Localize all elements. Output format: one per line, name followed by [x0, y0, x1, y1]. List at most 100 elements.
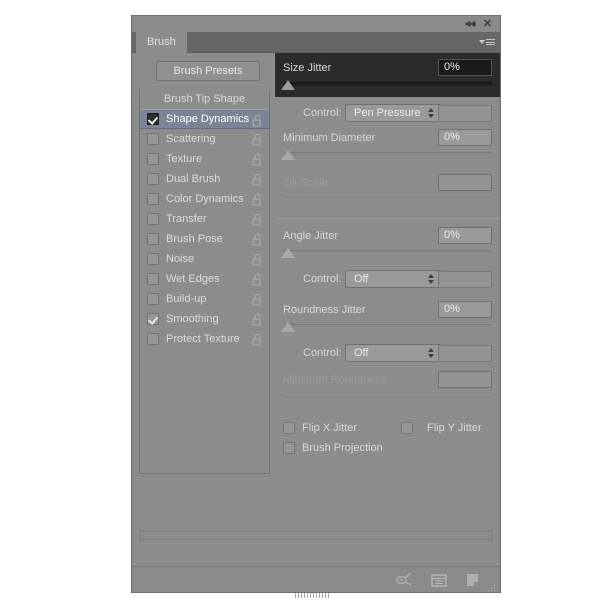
angle-control-value: Off [354, 273, 368, 285]
brush-option-label: Transfer [166, 213, 207, 225]
roundness-jitter-row: Roundness Jitter 0% [275, 299, 500, 321]
roundness-jitter-value[interactable]: 0% [438, 301, 492, 318]
checkbox[interactable] [147, 153, 159, 165]
roundness-control-label: Control: [303, 347, 342, 359]
brush-option-dual-brush[interactable]: Dual Brush [140, 169, 269, 189]
lock-icon[interactable] [252, 293, 263, 306]
minimum-diameter-track [283, 152, 492, 156]
brush-option-build-up[interactable]: Build-up [140, 289, 269, 309]
minimum-roundness-slider [283, 394, 492, 408]
size-jitter-row: Size Jitter 0% [275, 57, 500, 79]
lock-icon[interactable] [252, 114, 263, 127]
brush-option-label: Color Dynamics [166, 193, 244, 205]
panel-drag-grip[interactable] [295, 585, 337, 590]
collapse-arrows-icon[interactable]: ◀◀ [463, 18, 476, 30]
angle-jitter-track [283, 250, 492, 254]
brush-option-label: Dual Brush [166, 173, 220, 185]
panel-body: Brush Presets Brush Tip Shape Shape Dyna… [132, 53, 500, 566]
panel-menu-icon[interactable] [479, 36, 495, 48]
brush-option-label: Scattering [166, 133, 216, 145]
brush-option-brush-pose[interactable]: Brush Pose [140, 229, 269, 249]
checkbox[interactable] [147, 333, 159, 345]
brush-presets-button[interactable]: Brush Presets [156, 61, 260, 81]
brush-option-protect-texture[interactable]: Protect Texture [140, 329, 269, 349]
angle-control-row: Control: Off [275, 267, 500, 291]
size-control-row: Control: Pen Pressure [275, 101, 500, 125]
angle-jitter-slider[interactable] [283, 247, 492, 261]
roundness-jitter-slider[interactable] [283, 321, 492, 335]
checkbox[interactable] [147, 133, 159, 145]
brush-option-wet-edges[interactable]: Wet Edges [140, 269, 269, 289]
brush-projection-checkbox[interactable] [283, 442, 295, 454]
angle-control-dropdown[interactable]: Off [345, 270, 441, 288]
lock-icon[interactable] [252, 333, 263, 346]
tilt-scale-label: Tilt Scale [283, 177, 328, 189]
checkbox[interactable] [147, 233, 159, 245]
brush-option-noise[interactable]: Noise [140, 249, 269, 269]
brush-panel: ◀◀ ✕ Brush Brush Presets Brush Tip Shape… [131, 15, 501, 593]
divider-1 [275, 218, 500, 219]
roundness-control-value: Off [354, 347, 368, 359]
flip-jitter-row: Flip X Jitter Flip Y Jitter [275, 418, 500, 438]
lock-icon[interactable] [252, 173, 263, 186]
brush-option-label: Protect Texture [166, 333, 240, 345]
resize-grip-icon[interactable] [487, 580, 497, 590]
minimum-diameter-slider[interactable] [283, 149, 492, 163]
size-jitter-knob[interactable] [281, 80, 295, 90]
brush-option-label: Noise [166, 253, 194, 265]
brush-option-smoothing[interactable]: Smoothing [140, 309, 269, 329]
checkbox[interactable] [147, 253, 159, 265]
brush-option-transfer[interactable]: Transfer [140, 209, 269, 229]
minimum-diameter-value[interactable]: 0% [438, 129, 492, 146]
options-column: Brush Presets Brush Tip Shape Shape Dyna… [132, 53, 275, 566]
checkbox[interactable] [147, 313, 159, 325]
toggle-brush-settings-icon[interactable] [394, 571, 414, 589]
lock-icon[interactable] [252, 213, 263, 226]
flip-y-jitter-checkbox[interactable] [401, 422, 413, 434]
minimum-diameter-knob[interactable] [281, 150, 295, 160]
brush-option-texture[interactable]: Texture [140, 149, 269, 169]
flip-x-jitter-checkbox[interactable] [283, 422, 295, 434]
brush-option-shape-dynamics[interactable]: Shape Dynamics [140, 109, 269, 129]
tilt-scale-track [283, 197, 492, 201]
angle-jitter-value[interactable]: 0% [438, 227, 492, 244]
size-control-extra-field[interactable] [438, 105, 492, 122]
lock-icon[interactable] [252, 233, 263, 246]
close-icon[interactable]: ✕ [481, 18, 494, 30]
lock-icon[interactable] [252, 153, 263, 166]
roundness-control-extra-field[interactable] [438, 345, 492, 362]
brush-presets-panel-icon[interactable] [429, 571, 449, 589]
checkbox[interactable] [147, 293, 159, 305]
lock-icon[interactable] [252, 133, 263, 146]
checkbox[interactable] [147, 213, 159, 225]
lock-icon[interactable] [252, 313, 263, 326]
angle-control-extra-field[interactable] [438, 271, 492, 288]
roundness-control-dropdown[interactable]: Off [345, 344, 441, 362]
brush-option-color-dynamics[interactable]: Color Dynamics [140, 189, 269, 209]
tab-brush[interactable]: Brush [136, 32, 187, 53]
size-jitter-slider[interactable] [283, 79, 492, 93]
size-control-dropdown[interactable]: Pen Pressure [345, 104, 441, 122]
brush-option-scattering[interactable]: Scattering [140, 129, 269, 149]
stepper-arrows-icon [428, 348, 434, 358]
roundness-jitter-knob[interactable] [281, 322, 295, 332]
angle-jitter-knob[interactable] [281, 248, 295, 258]
new-brush-preset-icon[interactable] [463, 571, 483, 589]
minimum-roundness-section: Minimum Roundness [275, 369, 500, 408]
brush-option-label: Build-up [166, 293, 206, 305]
checkbox[interactable] [147, 173, 159, 185]
checkbox[interactable] [147, 273, 159, 285]
brush-projection-label: Brush Projection [302, 442, 383, 454]
brush-tip-shape-header[interactable]: Brush Tip Shape [140, 90, 269, 109]
flip-y-jitter-label: Flip Y Jitter [427, 422, 482, 434]
lock-icon[interactable] [252, 193, 263, 206]
minimum-roundness-track [283, 397, 492, 401]
angle-control-label: Control: [303, 273, 342, 285]
checkbox[interactable] [147, 193, 159, 205]
lock-icon[interactable] [252, 273, 263, 286]
checkbox[interactable] [147, 113, 159, 125]
size-jitter-track [283, 82, 492, 86]
lock-icon[interactable] [252, 253, 263, 266]
brush-options-list: Brush Tip Shape Shape Dynamics Scattering… [139, 90, 270, 474]
size-jitter-value[interactable]: 0% [438, 59, 492, 76]
